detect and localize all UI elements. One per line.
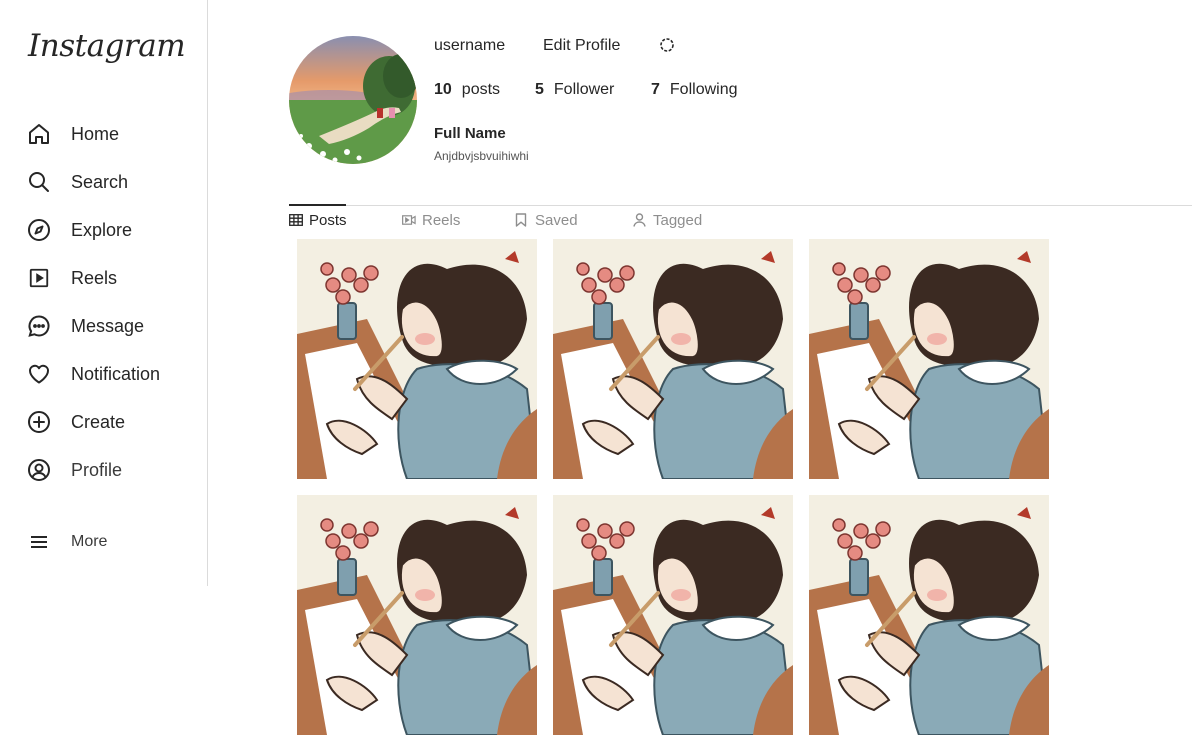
profile-username: username — [434, 37, 506, 54]
profile-bio: Anjdbvjsbvuihiwhi — [434, 149, 529, 163]
instagram-logo[interactable]: Instagram — [28, 28, 186, 64]
sidebar-item-explore[interactable]: Explore — [26, 215, 132, 245]
following-label: Following — [669, 81, 738, 98]
post-thumbnail[interactable] — [553, 495, 793, 735]
sidebar-item-create[interactable]: Create — [26, 407, 125, 437]
grid-icon — [289, 213, 303, 227]
sidebar-item-profile[interactable]: Profile — [26, 455, 122, 485]
compass-icon — [26, 217, 52, 243]
sidebar-item-label: More — [71, 533, 108, 550]
bookmark-icon — [515, 213, 529, 227]
posts-count: 10 — [434, 81, 452, 98]
post-thumbnail[interactable] — [809, 239, 1049, 479]
person-icon — [633, 213, 647, 227]
sidebar-item-reels[interactable]: Reels — [26, 263, 117, 293]
tab-label: Posts — [309, 211, 347, 229]
home-icon — [26, 121, 52, 147]
sidebar-item-label: Search — [71, 171, 129, 192]
edit-profile-button[interactable]: Edit Profile — [543, 37, 620, 55]
tab-reels[interactable]: Reels — [402, 211, 460, 229]
active-tab-indicator — [289, 204, 346, 206]
menu-icon — [26, 529, 52, 555]
tab-label: Saved — [535, 211, 578, 229]
sidebar-item-more[interactable]: More — [26, 527, 107, 557]
sidebar-item-label: Message — [71, 315, 145, 336]
following-count: 7 — [651, 81, 660, 98]
message-icon — [26, 313, 52, 339]
sidebar-item-label: Notification — [71, 363, 161, 384]
sidebar-item-label: Create — [71, 411, 126, 432]
heart-icon — [26, 361, 52, 387]
tab-tagged[interactable]: Tagged — [633, 211, 702, 229]
sidebar-item-label: Profile — [71, 459, 123, 480]
sidebar-item-message[interactable]: Message — [26, 311, 144, 341]
profile-icon — [26, 457, 52, 483]
profile-full-name: Full Name — [434, 125, 506, 142]
tab-saved[interactable]: Saved — [515, 211, 578, 229]
following-stat[interactable]: 7 Following — [651, 81, 738, 99]
posts-stat: 10 posts — [434, 81, 500, 99]
reels-icon — [26, 265, 52, 291]
search-icon — [26, 169, 52, 195]
sidebar-item-search[interactable]: Search — [26, 167, 128, 197]
followers-stat[interactable]: 5 Follower — [535, 81, 614, 99]
followers-label: Follower — [553, 81, 615, 98]
followers-count: 5 — [535, 81, 544, 98]
post-thumbnail[interactable] — [297, 495, 537, 735]
posts-label: posts — [461, 81, 501, 98]
tab-label: Reels — [422, 211, 461, 229]
sidebar: Instagram Home Search Explore Reels Mess… — [0, 0, 208, 586]
sidebar-item-home[interactable]: Home — [26, 119, 119, 149]
sidebar-item-label: Explore — [71, 219, 133, 240]
tab-label: Tagged — [653, 211, 703, 229]
settings-icon[interactable] — [659, 37, 675, 53]
post-thumbnail[interactable] — [809, 495, 1049, 735]
post-thumbnail[interactable] — [297, 239, 537, 479]
sidebar-item-label: Home — [71, 123, 120, 144]
tab-posts[interactable]: Posts — [289, 211, 347, 229]
tabs-divider — [289, 205, 1192, 206]
plus-circle-icon — [26, 409, 52, 435]
video-icon — [402, 213, 416, 227]
profile-avatar[interactable] — [289, 36, 417, 164]
sidebar-item-notification[interactable]: Notification — [26, 359, 160, 389]
sidebar-item-label: Reels — [71, 267, 118, 288]
post-thumbnail[interactable] — [553, 239, 793, 479]
